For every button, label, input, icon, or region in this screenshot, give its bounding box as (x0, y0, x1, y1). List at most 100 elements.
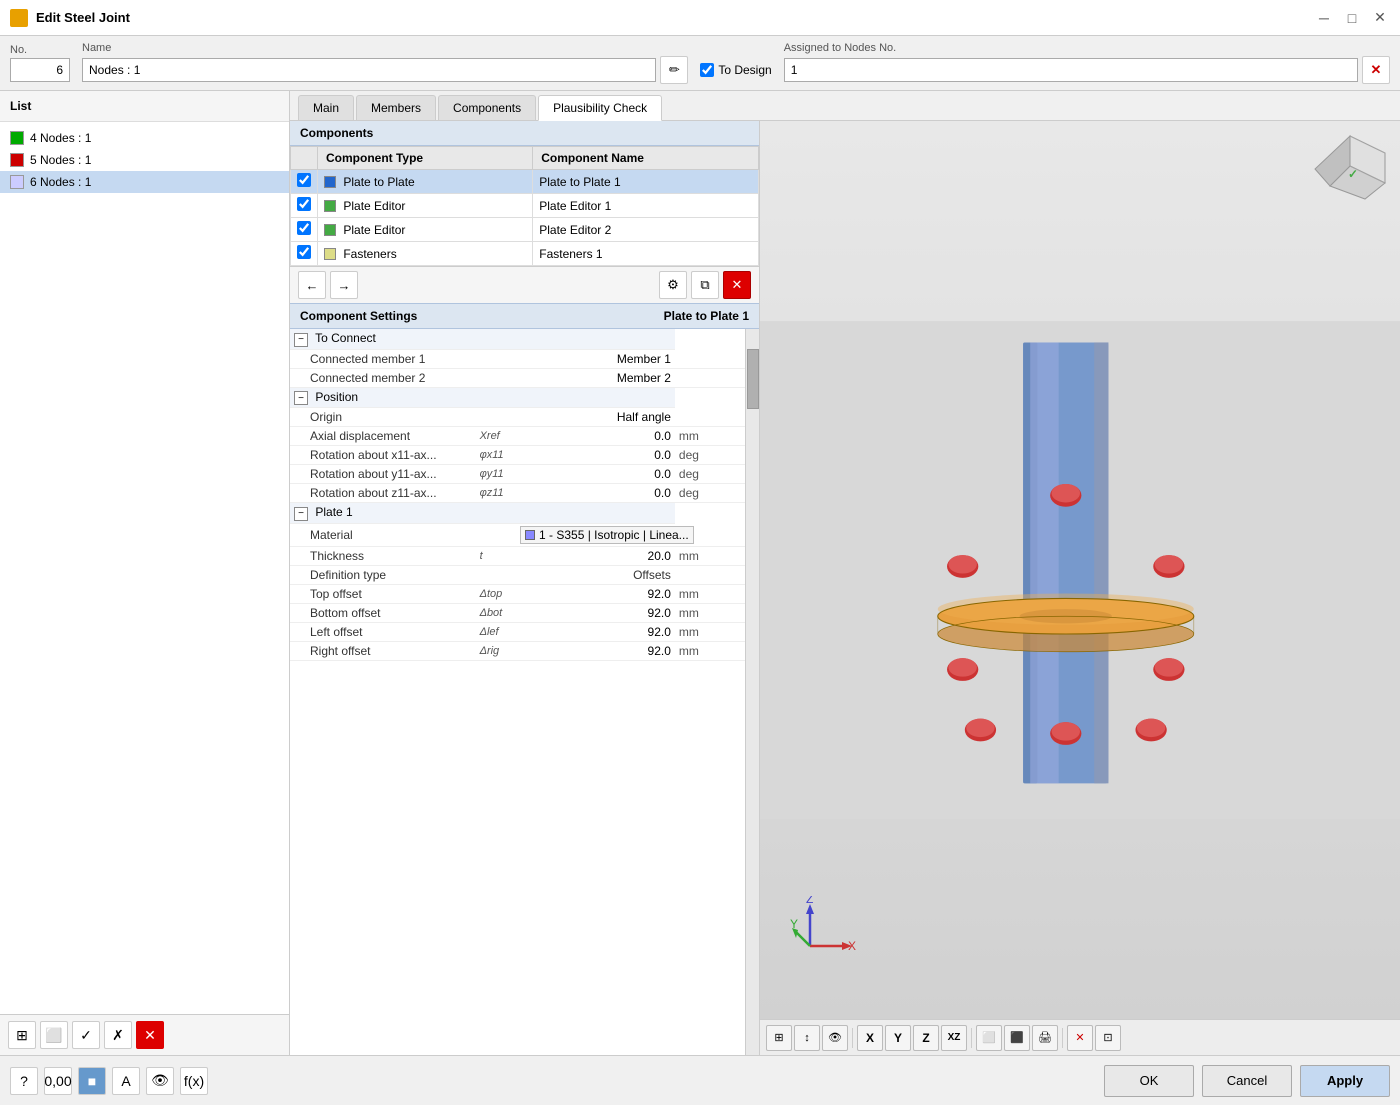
top-offset-input[interactable] (611, 587, 671, 601)
sidebar-header: List (0, 91, 289, 122)
expand-plate1[interactable]: − (294, 507, 308, 521)
prop-material[interactable]: 1 - S355 | Isotropic | Linea... (516, 523, 745, 546)
view-settings-btn[interactable]: ⊞ (766, 1025, 792, 1051)
prop-value[interactable] (516, 603, 675, 622)
numeric-btn[interactable]: 0,00 (44, 1067, 72, 1095)
sidebar-item-label: 6 Nodes : 1 (30, 175, 91, 189)
prop-value[interactable] (516, 546, 675, 565)
bot-offset-input[interactable] (611, 606, 671, 620)
prop-value[interactable] (516, 641, 675, 660)
section-position[interactable]: − Position (290, 387, 745, 408)
z-view-btn[interactable]: Z (913, 1025, 939, 1051)
wireframe-btn[interactable]: ⬜ (976, 1025, 1002, 1051)
prop-value[interactable] (516, 622, 675, 641)
sidebar-btn-copy[interactable]: ⬜ (40, 1021, 68, 1049)
row-checkbox[interactable] (297, 245, 311, 259)
tab-main[interactable]: Main (298, 95, 354, 120)
print-btn[interactable]: 🖨 (1032, 1025, 1058, 1051)
material-button[interactable]: 1 - S355 | Isotropic | Linea... (520, 526, 694, 544)
scrollbar-thumb[interactable] (747, 349, 759, 409)
fullscreen-btn[interactable]: ⊡ (1095, 1025, 1121, 1051)
duplicate-btn[interactable]: ⧉ (691, 271, 719, 299)
thickness-input[interactable] (611, 549, 671, 563)
sidebar-item-4nodes[interactable]: 4 Nodes : 1 (0, 127, 289, 149)
material-color-swatch (525, 530, 535, 540)
prop-value[interactable] (516, 484, 675, 503)
assigned-input[interactable] (784, 58, 1358, 82)
row-name: Plate Editor 2 (533, 218, 759, 242)
prop-value[interactable] (516, 465, 675, 484)
close-view-btn[interactable]: ✕ (1067, 1025, 1093, 1051)
prop-symbol: t (476, 546, 516, 565)
nav-cube[interactable]: ✓ (1310, 131, 1390, 211)
settings-tree: − To Connect Connected member 1 Member 1 (290, 329, 745, 661)
close-button[interactable]: ✕ (1370, 8, 1390, 28)
no-input[interactable] (10, 58, 70, 82)
sidebar-btn-uncheck[interactable]: ✗ (104, 1021, 132, 1049)
solid-btn[interactable]: ⬛ (1004, 1025, 1030, 1051)
table-row[interactable]: Plate Editor Plate Editor 1 (291, 194, 759, 218)
topbar: No. Name ✏ To Design Assigned to Nodes N… (0, 36, 1400, 91)
prop-value[interactable] (516, 446, 675, 465)
table-row[interactable]: Fasteners Fasteners 1 (291, 242, 759, 266)
cancel-button[interactable]: Cancel (1202, 1065, 1292, 1097)
settings-btn[interactable]: ⚙ (659, 271, 687, 299)
rot-x-input[interactable] (611, 448, 671, 462)
table-row[interactable]: Plate Editor Plate Editor 2 (291, 218, 759, 242)
tab-plausibility[interactable]: Plausibility Check (538, 95, 662, 121)
axis-indicator: Z X Y (790, 896, 860, 969)
prop-unit: deg (675, 446, 745, 465)
minimize-button[interactable]: ─ (1314, 8, 1334, 28)
rot-z-input[interactable] (611, 486, 671, 500)
sidebar-item-5nodes[interactable]: 5 Nodes : 1 (0, 149, 289, 171)
settings-wrapper: − To Connect Connected member 1 Member 1 (290, 329, 759, 1055)
move-left-btn[interactable]: ← (298, 271, 326, 299)
prop-value[interactable] (516, 584, 675, 603)
clear-assigned-button[interactable]: ✕ (1362, 56, 1390, 84)
maximize-button[interactable]: □ (1342, 8, 1362, 28)
axial-input[interactable] (611, 429, 671, 443)
left-offset-input[interactable] (611, 625, 671, 639)
xz-view-btn[interactable]: XZ (941, 1025, 967, 1051)
ok-button[interactable]: OK (1104, 1065, 1194, 1097)
section-to-connect[interactable]: − To Connect (290, 329, 745, 349)
x-view-btn[interactable]: X (857, 1025, 883, 1051)
view-btn[interactable]: 👁 (146, 1067, 174, 1095)
sidebar-btn-delete[interactable]: ✕ (136, 1021, 164, 1049)
expand-to-connect[interactable]: − (294, 333, 308, 347)
row-checkbox[interactable] (297, 197, 311, 211)
edit-name-button[interactable]: ✏ (660, 56, 688, 84)
sidebar-item-6nodes[interactable]: 6 Nodes : 1 (0, 171, 289, 193)
visibility-btn[interactable]: 👁 (822, 1025, 848, 1051)
row-name: Plate to Plate 1 (533, 170, 759, 194)
row-checkbox[interactable] (297, 221, 311, 235)
help-btn[interactable]: ? (10, 1067, 38, 1095)
tab-members[interactable]: Members (356, 95, 436, 120)
tab-components[interactable]: Components (438, 95, 536, 120)
color-btn[interactable]: ■ (78, 1067, 106, 1095)
prop-name: Right offset (306, 641, 476, 660)
prop-value[interactable] (516, 427, 675, 446)
vertical-scrollbar[interactable] (745, 329, 759, 1055)
formula-btn[interactable]: f(x) (180, 1067, 208, 1095)
right-offset-input[interactable] (611, 644, 671, 658)
sidebar-btn-check[interactable]: ✓ (72, 1021, 100, 1049)
sidebar: List 4 Nodes : 1 5 Nodes : 1 6 Nodes : 1… (0, 91, 290, 1055)
rot-y-input[interactable] (611, 467, 671, 481)
table-row[interactable]: Plate to Plate Plate to Plate 1 (291, 170, 759, 194)
prop-row: Origin Half angle (290, 408, 745, 427)
section-plate1[interactable]: − Plate 1 (290, 503, 745, 524)
apply-button[interactable]: Apply (1300, 1065, 1390, 1097)
row-checkbox[interactable] (297, 173, 311, 187)
sidebar-btn-new[interactable]: ⊞ (8, 1021, 36, 1049)
prop-value: Offsets (516, 565, 675, 584)
to-design-checkbox[interactable] (700, 63, 714, 77)
expand-position[interactable]: − (294, 391, 308, 405)
move-right-btn[interactable]: → (330, 271, 358, 299)
delete-component-btn[interactable]: ✕ (723, 271, 751, 299)
y-view-btn[interactable]: Y (885, 1025, 911, 1051)
pan-btn[interactable]: ↕ (794, 1025, 820, 1051)
name-input[interactable] (82, 58, 656, 82)
type-color (324, 224, 336, 236)
text-btn[interactable]: A (112, 1067, 140, 1095)
